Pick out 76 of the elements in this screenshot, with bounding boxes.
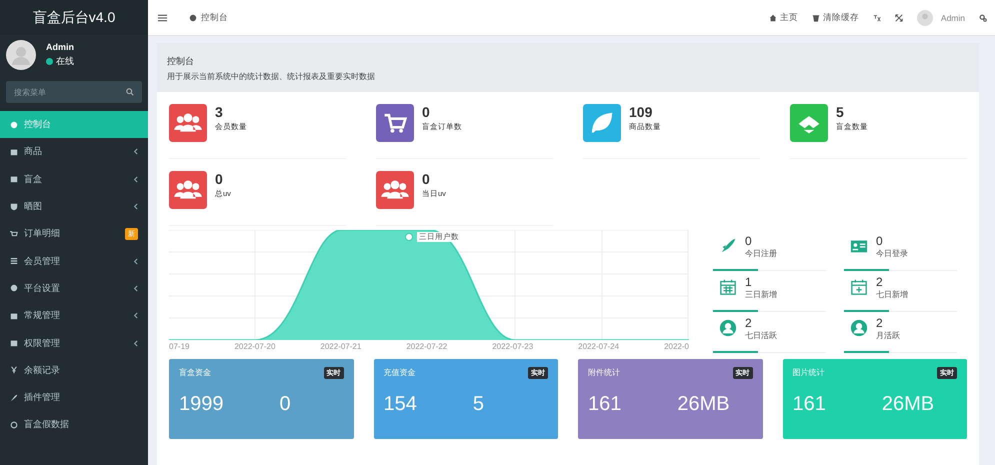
- circle-icon: [10, 420, 18, 429]
- top-link[interactable]: 清除缓存: [812, 12, 859, 24]
- panel-description: 用于展示当前系统中的统计数据、统计报表及重要实时数据: [167, 71, 376, 82]
- trash-icon: [812, 14, 820, 22]
- card-value: 161: [588, 393, 622, 416]
- stat-value: 0: [215, 171, 224, 187]
- stat-label: 七日活跃: [745, 330, 777, 341]
- card-title: 盲盒资金: [179, 367, 211, 379]
- yen-icon: [10, 366, 18, 374]
- calendar-plus-icon: [850, 278, 868, 296]
- stat-label: 今日注册: [745, 248, 777, 259]
- avatar-icon: [6, 40, 36, 70]
- user-icon: [850, 319, 868, 337]
- menu-item[interactable]: 盲盒: [0, 166, 148, 193]
- list-icon: [10, 257, 18, 266]
- card-title: 充值资金: [384, 367, 416, 379]
- fullscreen-icon[interactable]: [894, 14, 903, 22]
- status-text: 在线: [56, 55, 74, 68]
- axis-label: 2022-07-23: [492, 342, 534, 351]
- search-field[interactable]: 搜索菜单: [6, 81, 142, 103]
- card-value: 161: [792, 393, 826, 416]
- axis-label: 2022-07-20: [234, 342, 276, 351]
- stat-value: 2: [876, 316, 884, 330]
- search-icon[interactable]: [126, 88, 134, 96]
- card-value: 26MB: [677, 393, 730, 416]
- stat-value: 5: [836, 104, 845, 120]
- card-value: 0: [280, 393, 291, 416]
- stat-value: 2: [745, 316, 753, 330]
- stat-value: 0: [422, 171, 431, 187]
- stat-value: 109: [629, 104, 654, 120]
- card-title: 附件统计: [588, 367, 620, 379]
- translate-icon[interactable]: [872, 14, 881, 22]
- panel-title: 控制台: [167, 55, 195, 68]
- menu-icon[interactable]: [158, 14, 167, 22]
- stat-value: 0: [876, 234, 884, 248]
- menu-item[interactable]: 平台设置: [0, 274, 148, 302]
- menu-item[interactable]: 余额记录: [0, 356, 148, 384]
- status-dot-icon: [46, 58, 53, 65]
- card-value: 154: [384, 393, 417, 416]
- user-icon: [719, 319, 737, 337]
- stat-value: 3: [215, 104, 224, 120]
- legend-marker-icon: [405, 233, 413, 241]
- stat-label: 今日登录: [876, 248, 908, 259]
- top-link[interactable]: 主页: [768, 12, 798, 24]
- menu-item[interactable]: 晒图: [0, 192, 148, 220]
- stat-value: 1: [745, 275, 753, 289]
- menu-item[interactable]: 插件管理: [0, 384, 148, 412]
- menu-item[interactable]: 常规管理: [0, 302, 148, 330]
- stat-value: 2: [876, 275, 884, 289]
- user-menu[interactable]: Admin: [916, 10, 965, 26]
- menu-item[interactable]: 会员管理: [0, 247, 148, 275]
- axis-label: 2022-07-24: [578, 342, 620, 351]
- settings-icon[interactable]: [979, 14, 987, 22]
- menu-item[interactable]: 权限管理: [0, 329, 148, 357]
- stat-label: 三日新增: [745, 289, 777, 300]
- home-icon: [768, 14, 777, 22]
- avatar-icon: [916, 10, 933, 26]
- cart-icon: [10, 230, 18, 238]
- card-value: 26MB: [882, 393, 934, 416]
- axis-label: 2022-07-21: [320, 342, 362, 351]
- axis-label: 2022-0: [664, 342, 689, 351]
- stat-value: 0: [422, 104, 431, 120]
- axis-label: 07-19: [169, 342, 190, 351]
- card-value: 5: [472, 393, 484, 416]
- axis-label: 2022-07-22: [406, 342, 448, 351]
- menu-item[interactable]: 盲盒假数据: [0, 411, 148, 439]
- page-tab[interactable]: 控制台: [181, 12, 236, 24]
- menu-item[interactable]: 商品: [0, 138, 148, 166]
- card-title: 图片统计: [792, 367, 824, 379]
- stat-label: 七日新增: [876, 289, 908, 300]
- stat-value: 0: [745, 234, 753, 248]
- shield-icon: [10, 202, 18, 211]
- user-name: Admin: [46, 42, 74, 52]
- stat-label: 月活跃: [876, 330, 900, 341]
- calendar-icon: [719, 278, 737, 296]
- card-value: 1999: [179, 393, 224, 416]
